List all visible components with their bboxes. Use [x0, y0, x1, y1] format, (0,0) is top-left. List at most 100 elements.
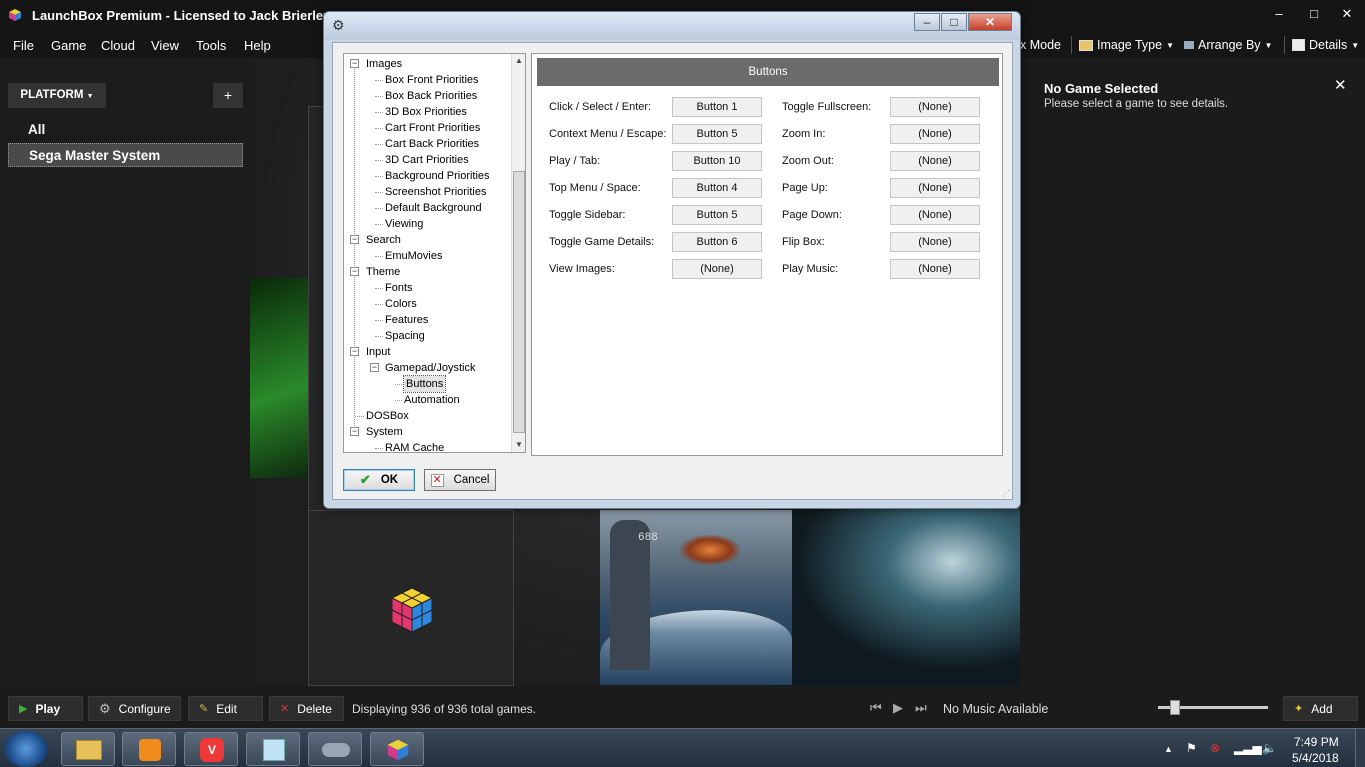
platform-item-sega-master-system[interactable]: Sega Master System [8, 143, 243, 167]
tree-collapse-icon[interactable]: − [350, 267, 359, 276]
tree-item-background-priorities[interactable]: Background Priorities [385, 168, 490, 184]
tray-expand-icon[interactable]: ▲ [1164, 744, 1173, 754]
platform-filter-button[interactable]: PLATFORM ▼ [8, 83, 106, 108]
tree-item-theme[interactable]: Theme [366, 264, 400, 280]
panel-title: Buttons [537, 58, 999, 86]
tree-item-fonts[interactable]: Fonts [385, 280, 413, 296]
menu-view[interactable]: View [151, 38, 179, 53]
security-icon[interactable]: ⊗ [1210, 741, 1220, 755]
play-button[interactable]: ▶ Play [8, 696, 83, 721]
zoom-out-binding-button[interactable]: (None) [890, 151, 980, 171]
mode-button[interactable]: x Mode [1020, 38, 1061, 52]
tree-item-search[interactable]: Search [366, 232, 401, 248]
image-type-button[interactable]: Image Type ▼ [1079, 38, 1174, 52]
previous-track-icon[interactable]: ⏮ [870, 700, 882, 716]
menu-file[interactable]: File [13, 38, 34, 53]
scroll-up-arrow-icon[interactable]: ▲ [515, 56, 523, 65]
taskbar-notepad[interactable] [246, 732, 300, 766]
tree-item-3d-cart-priorities[interactable]: 3D Cart Priorities [385, 152, 469, 168]
taskbar-media-player[interactable] [122, 732, 176, 766]
flip-box-binding-button[interactable]: (None) [890, 232, 980, 252]
tree-item-default-background[interactable]: Default Background [385, 200, 482, 216]
tree-collapse-icon[interactable]: − [350, 347, 359, 356]
tree-item-system[interactable]: System [366, 424, 403, 440]
zoom-in-binding-button[interactable]: (None) [890, 124, 980, 144]
volume-icon[interactable]: 🔈 [1262, 741, 1277, 755]
tree-item-box-front-priorities[interactable]: Box Front Priorities [385, 72, 479, 88]
tree-item-dosbox[interactable]: DOSBox [366, 408, 409, 424]
tree-item-colors[interactable]: Colors [385, 296, 417, 312]
tree-item-cart-front-priorities[interactable]: Cart Front Priorities [385, 120, 480, 136]
clock-date[interactable]: 5/4/2018 [1292, 751, 1339, 765]
tree-collapse-icon[interactable]: − [350, 235, 359, 244]
resize-grip-icon[interactable]: ⋰ [1002, 489, 1010, 498]
details-button[interactable]: Details ▼ [1292, 38, 1359, 52]
configure-button[interactable]: ⚙ Configure [88, 696, 181, 721]
tree-item-ram-cache[interactable]: RAM Cache [385, 440, 444, 452]
tree-item-viewing[interactable]: Viewing [385, 216, 423, 232]
maximize-button[interactable]: □ [1303, 6, 1325, 24]
play-music-binding-button[interactable]: (None) [890, 259, 980, 279]
menu-help[interactable]: Help [244, 38, 271, 53]
tree-item-buttons[interactable]: Buttons [402, 375, 447, 393]
game-cover[interactable]: 688 [600, 510, 792, 685]
tree-item-gamepad-joystick[interactable]: Gamepad/Joystick [385, 360, 475, 376]
show-desktop-button[interactable] [1355, 729, 1365, 767]
action-center-flag-icon[interactable]: ⚑ [1186, 741, 1197, 755]
play-music-icon[interactable]: ▶ [893, 700, 903, 716]
tree-item-screenshot-priorities[interactable]: Screenshot Priorities [385, 184, 487, 200]
edit-button[interactable]: ✎ Edit [188, 696, 263, 721]
play-tab-binding-button[interactable]: Button 10 [672, 151, 762, 171]
view-images-binding-button[interactable]: (None) [672, 259, 762, 279]
tree-item-images[interactable]: Images [366, 56, 402, 72]
delete-button[interactable]: ✕ Delete [269, 696, 344, 721]
dialog-close-button[interactable]: ✕ [968, 13, 1012, 31]
page-down-binding-button[interactable]: (None) [890, 205, 980, 225]
tree-collapse-icon[interactable]: − [370, 363, 379, 372]
context-menu-escape-binding-button[interactable]: Button 5 [672, 124, 762, 144]
tree-item-3d-box-priorities[interactable]: 3D Box Priorities [385, 104, 467, 120]
page-up-binding-button[interactable]: (None) [890, 178, 980, 198]
scroll-down-arrow-icon[interactable]: ▼ [515, 440, 523, 449]
taskbar-gamepad-app[interactable] [308, 732, 362, 766]
arrange-by-button[interactable]: Arrange By ▼ [1184, 38, 1272, 52]
add-game-button[interactable]: ✦ Add [1283, 696, 1358, 721]
platform-item-all[interactable]: All [8, 118, 243, 142]
add-platform-button[interactable]: + [213, 83, 243, 108]
menu-tools[interactable]: Tools [196, 38, 226, 53]
toggle-fullscreen-binding-button[interactable]: (None) [890, 97, 980, 117]
network-signal-icon[interactable]: ▂▃▅ [1234, 741, 1262, 755]
menu-cloud[interactable]: Cloud [101, 38, 135, 53]
dialog-maximize-button[interactable]: □ [941, 13, 967, 31]
toggle-game-details-binding-button[interactable]: Button 6 [672, 232, 762, 252]
tree-item-features[interactable]: Features [385, 312, 428, 328]
ok-button[interactable]: ✔ OK [343, 469, 415, 491]
close-details-button[interactable]: ✕ [1334, 76, 1347, 94]
click-select-enter-binding-button[interactable]: Button 1 [672, 97, 762, 117]
cancel-button[interactable]: ✕ Cancel [424, 469, 496, 491]
tree-item-spacing[interactable]: Spacing [385, 328, 425, 344]
tree-item-emumovies[interactable]: EmuMovies [385, 248, 442, 264]
start-button[interactable] [4, 731, 48, 767]
dialog-minimize-button[interactable]: – [914, 13, 940, 31]
taskbar-explorer[interactable] [61, 732, 115, 766]
top-menu-space-binding-button[interactable]: Button 4 [672, 178, 762, 198]
minimize-button[interactable]: – [1268, 6, 1290, 24]
tree-scrollbar-thumb[interactable] [513, 171, 525, 433]
close-window-button[interactable]: ✕ [1336, 6, 1358, 24]
menu-game[interactable]: Game [51, 38, 86, 53]
tree-item-input[interactable]: Input [366, 344, 390, 360]
launchbox-icon [9, 9, 21, 21]
taskbar-vivaldi[interactable]: V [184, 732, 238, 766]
tree-item-box-back-priorities[interactable]: Box Back Priorities [385, 88, 477, 104]
toggle-sidebar-binding-button[interactable]: Button 5 [672, 205, 762, 225]
tree-collapse-icon[interactable]: − [350, 427, 359, 436]
tree-collapse-icon[interactable]: − [350, 59, 359, 68]
tree-item-cart-back-priorities[interactable]: Cart Back Priorities [385, 136, 479, 152]
volume-slider-thumb[interactable] [1169, 700, 1180, 715]
tree-item-automation[interactable]: Automation [404, 392, 460, 408]
clock-time[interactable]: 7:49 PM [1294, 735, 1339, 749]
tree-scrollbar[interactable]: ▲ ▼ [511, 54, 525, 452]
next-track-icon[interactable]: ⏭ [915, 700, 927, 716]
taskbar-launchbox[interactable] [370, 732, 424, 766]
